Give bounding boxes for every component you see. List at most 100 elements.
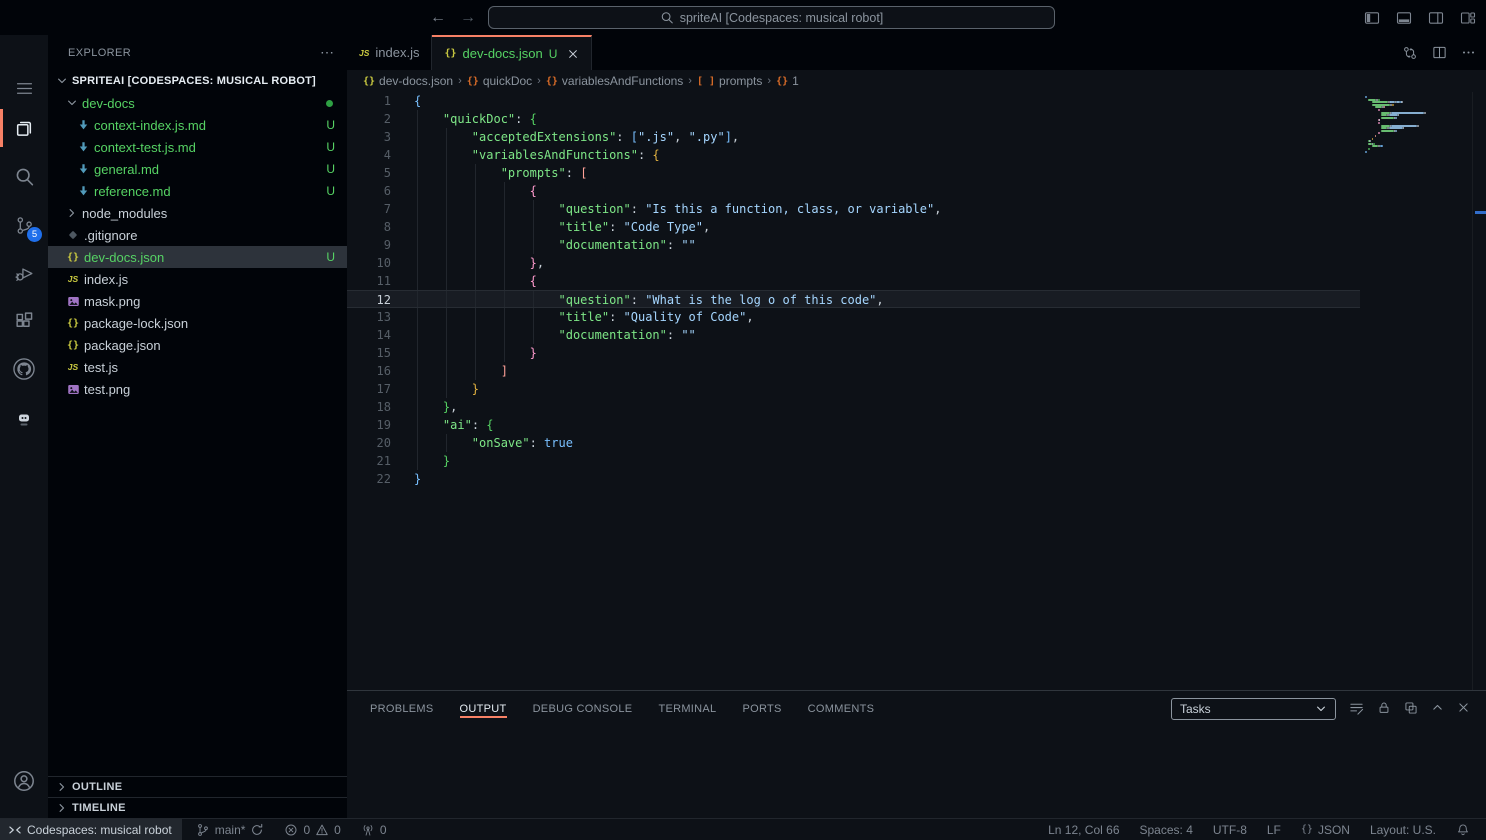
breadcrumb-item[interactable]: {}variablesAndFunctions: [546, 74, 683, 88]
code-line-9[interactable]: 9 "documentation": "": [347, 236, 1360, 254]
activity-explorer[interactable]: [0, 105, 48, 151]
code-line-18[interactable]: 18 },: [347, 398, 1360, 416]
tree-item-context-index-js-md[interactable]: context-index.js.mdU: [48, 114, 347, 136]
status-json[interactable]: {}JSON: [1295, 819, 1356, 840]
layout-sidebar-right-icon[interactable]: [1426, 8, 1446, 28]
status-spaces-4[interactable]: Spaces: 4: [1134, 819, 1199, 840]
panel-tab-problems[interactable]: PROBLEMS: [370, 694, 434, 724]
breadcrumb-item[interactable]: {}1: [776, 74, 799, 88]
tree-item-test-png[interactable]: test.png: [48, 378, 347, 400]
code-line-10[interactable]: 10 },: [347, 254, 1360, 272]
code-line-22[interactable]: 22}: [347, 470, 1360, 488]
more-actions-icon[interactable]: ⋯: [320, 44, 335, 61]
status-main[interactable]: main*: [190, 819, 271, 840]
code-line-2[interactable]: 2 "quickDoc": {: [347, 110, 1360, 128]
minimap-line: [1424, 112, 1426, 114]
tree-item-test-js[interactable]: JStest.js: [48, 356, 347, 378]
tab-index.js[interactable]: JSindex.js: [347, 35, 432, 70]
status-codespaces-musical-robot[interactable]: Codespaces: musical robot: [0, 819, 182, 840]
json-file-icon: {}: [67, 318, 79, 329]
code-line-21[interactable]: 21 }: [347, 452, 1360, 470]
activity-dev-docs-extension[interactable]: [0, 397, 48, 443]
activity-source-control[interactable]: 5: [0, 202, 48, 248]
tree-item-node-modules[interactable]: node_modules: [48, 202, 347, 224]
code-line-6[interactable]: 6 {: [347, 182, 1360, 200]
tab-close-icon[interactable]: [567, 48, 579, 60]
status-layout-u-s[interactable]: Layout: U.S.: [1364, 819, 1442, 840]
code-text: "documentation": "": [414, 326, 696, 344]
code-editor[interactable]: 1{2 "quickDoc": {3 "acceptedExtensions":…: [347, 92, 1486, 690]
command-center-search[interactable]: spriteAI [Codespaces: musical robot]: [488, 6, 1055, 29]
compare-changes-icon[interactable]: [1402, 45, 1418, 61]
status-bell-icon[interactable]: [1450, 819, 1476, 840]
tree-item--gitignore[interactable]: .gitignore: [48, 224, 347, 246]
breadcrumb-item[interactable]: [ ]prompts: [697, 74, 762, 88]
code-line-3[interactable]: 3 "acceptedExtensions": [".js", ".py"],: [347, 128, 1360, 146]
layout-customize-icon[interactable]: [1458, 8, 1478, 28]
dev-docs-icon: [16, 413, 32, 427]
activity-accounts[interactable]: [0, 758, 48, 804]
open-output-editor-icon[interactable]: [1404, 701, 1418, 716]
status-utf-8[interactable]: UTF-8: [1207, 819, 1253, 840]
code-line-7[interactable]: 7 "question": "Is this a function, class…: [347, 200, 1360, 218]
more-actions-icon[interactable]: [1461, 45, 1476, 60]
lock-icon[interactable]: [1377, 701, 1391, 716]
code-line-20[interactable]: 20 "onSave": true: [347, 434, 1360, 452]
code-line-12[interactable]: 12 "question": "What is the log o of thi…: [347, 290, 1360, 308]
bottom-panel: PROBLEMS OUTPUT DEBUG CONSOLE TERMINAL PORTS…: [347, 690, 1486, 818]
output-channel-select[interactable]: Tasks: [1171, 698, 1336, 720]
code-line-17[interactable]: 17 }: [347, 380, 1360, 398]
code-line-4[interactable]: 4 "variablesAndFunctions": {: [347, 146, 1360, 164]
code-line-19[interactable]: 19 "ai": {: [347, 416, 1360, 434]
tree-item-general-md[interactable]: general.mdU: [48, 158, 347, 180]
layout-sidebar-icon[interactable]: [1362, 8, 1382, 28]
tree-item-reference-md[interactable]: reference.mdU: [48, 180, 347, 202]
panel-tab-output[interactable]: OUTPUT: [460, 694, 507, 724]
panel-tab-comments[interactable]: COMMENTS: [808, 694, 875, 724]
panel-tab-terminal[interactable]: TERMINAL: [658, 694, 716, 724]
nav-forward-icon[interactable]: →: [460, 9, 476, 27]
activity-search[interactable]: [0, 153, 48, 199]
layout-panel-icon[interactable]: [1394, 8, 1414, 28]
code-line-13[interactable]: 13 "title": "Quality of Code",: [347, 308, 1360, 326]
tree-item-dev-docs-json[interactable]: {}dev-docs.jsonU: [48, 246, 347, 268]
code-line-15[interactable]: 15 }: [347, 344, 1360, 362]
close-panel-icon[interactable]: [1457, 701, 1470, 716]
tree-item-context-test-js-md[interactable]: context-test.js.mdU: [48, 136, 347, 158]
tree-item-label: .gitignore: [84, 228, 137, 243]
status-ln-12-col-66[interactable]: Ln 12, Col 66: [1042, 819, 1125, 840]
status-lf[interactable]: LF: [1261, 819, 1287, 840]
status-0[interactable]: 0: [355, 819, 393, 840]
section-timeline[interactable]: TIMELINE: [48, 797, 347, 818]
panel-tab-ports[interactable]: PORTS: [742, 694, 781, 724]
overview-ruler[interactable]: [1472, 92, 1486, 690]
nav-back-icon[interactable]: ←: [430, 9, 446, 27]
tree-item-package-json[interactable]: {}package.json: [48, 334, 347, 356]
code-line-11[interactable]: 11 {: [347, 272, 1360, 290]
clear-output-icon[interactable]: [1349, 701, 1364, 716]
breadcrumb-item[interactable]: {}quickDoc: [467, 74, 532, 88]
panel-tab-debug-console[interactable]: DEBUG CONSOLE: [533, 694, 633, 724]
tab-dev-docs.json[interactable]: {}dev-docs.jsonU: [432, 35, 592, 70]
tree-item-spriteai-codespaces-musical-robot-[interactable]: SPRITEAI [CODESPACES: MUSICAL ROBOT]: [48, 70, 347, 92]
code-line-16[interactable]: 16 ]: [347, 362, 1360, 380]
tree-item-package-lock-json[interactable]: {}package-lock.json: [48, 312, 347, 334]
status-0[interactable]: 00: [278, 819, 346, 840]
layout-sidebar-icon: [1364, 10, 1380, 26]
code-line-8[interactable]: 8 "title": "Code Type",: [347, 218, 1360, 236]
code-line-5[interactable]: 5 "prompts": [: [347, 164, 1360, 182]
tree-item-mask-png[interactable]: mask.png: [48, 290, 347, 312]
code-line-1[interactable]: 1{: [347, 92, 1360, 110]
split-editor-icon[interactable]: [1432, 45, 1447, 60]
minimap-line: [1381, 130, 1393, 132]
activity-github[interactable]: [0, 346, 48, 392]
section-outline[interactable]: OUTLINE: [48, 776, 347, 797]
activity-extensions[interactable]: [0, 298, 48, 344]
maximize-panel-icon[interactable]: [1431, 701, 1444, 716]
tree-item-index-js[interactable]: JSindex.js: [48, 268, 347, 290]
activity-run-and-debug[interactable]: [0, 250, 48, 296]
minimap[interactable]: [1360, 92, 1472, 690]
code-line-14[interactable]: 14 "documentation": "": [347, 326, 1360, 344]
breadcrumb-item[interactable]: {}dev-docs.json: [363, 74, 453, 88]
tree-item-dev-docs[interactable]: dev-docs: [48, 92, 347, 114]
